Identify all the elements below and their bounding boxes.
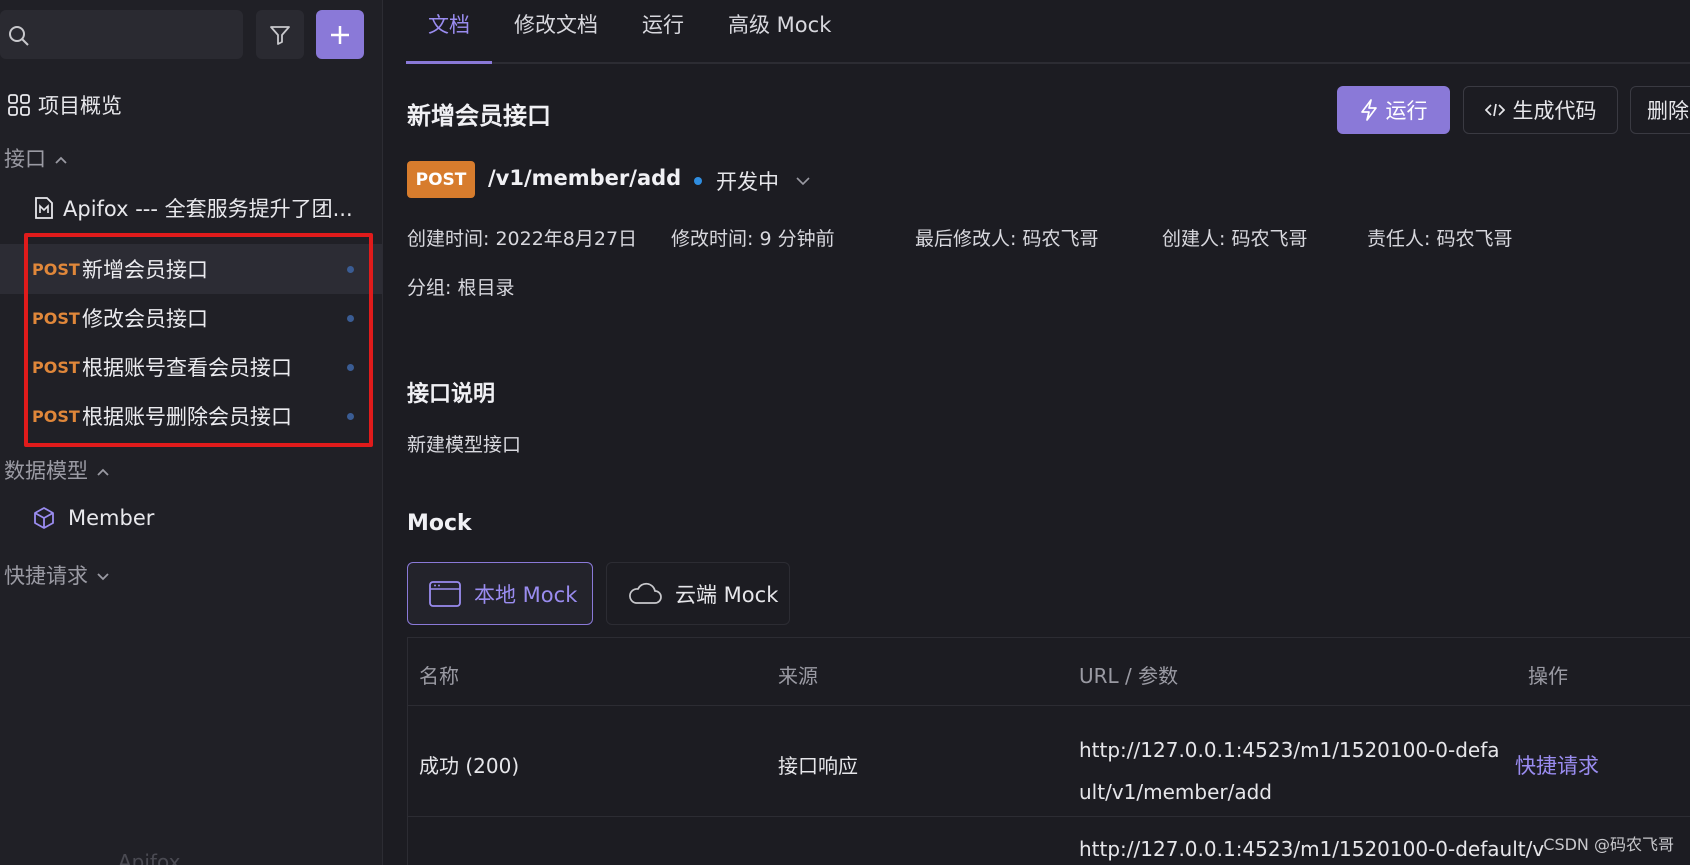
tab-local-mock[interactable]: 本地 Mock (407, 562, 593, 625)
api-name: 根据账号查看会员接口 (82, 356, 292, 380)
modified-time: 修改时间: 9 分钟前 (671, 228, 835, 250)
model-item-label: Member (68, 506, 155, 530)
local-mock-label: 本地 Mock (474, 582, 578, 607)
status-dot (694, 177, 702, 185)
owner: 责任人: 码农飞哥 (1367, 228, 1513, 250)
markdown-doc-icon (35, 197, 53, 219)
api-method: POST (32, 357, 80, 377)
doc-item-label: Apifox --- 全套服务提升了团... (63, 197, 353, 221)
api-item[interactable]: POST 新增会员接口 (0, 244, 383, 294)
tab-run[interactable]: 运行 (620, 0, 706, 62)
api-item[interactable]: POST 根据账号查看会员接口 (26, 342, 366, 392)
tab-docs[interactable]: 文档 (406, 0, 492, 64)
api-name: 根据账号删除会员接口 (82, 405, 292, 429)
sidebar-footer-logo: Apifox (118, 850, 181, 865)
model-item-member[interactable]: Member (32, 506, 154, 530)
search-input[interactable] (0, 10, 243, 59)
mock-table: 名称 来源 URL / 参数 操作 成功 (200) 接口响应 http://1… (407, 637, 1690, 865)
mock-heading: Mock (407, 511, 472, 536)
creator: 创建人: 码农飞哥 (1162, 228, 1308, 250)
plus-icon (331, 25, 349, 44)
chevron-down-icon (96, 563, 110, 587)
code-icon (1484, 103, 1505, 117)
api-name: 新增会员接口 (82, 258, 208, 282)
cloud-icon (629, 582, 662, 604)
api-method: POST (32, 406, 80, 426)
browser-window-icon (429, 580, 461, 607)
table-header: 名称 来源 URL / 参数 操作 (408, 638, 1690, 706)
status-dot (347, 265, 354, 273)
status-label: 开发中 (716, 170, 779, 194)
group-label: 分组: 根目录 (407, 277, 515, 299)
api-method: POST (32, 259, 80, 279)
generate-code-label: 生成代码 (1512, 99, 1597, 123)
add-button[interactable] (316, 10, 364, 59)
endpoint-path: /v1/member/add (488, 166, 682, 190)
description-heading: 接口说明 (407, 382, 496, 407)
search-icon (9, 26, 29, 46)
api-item[interactable]: POST 根据账号删除会员接口 (26, 391, 366, 441)
generate-code-button[interactable]: 生成代码 (1463, 86, 1618, 134)
description-text: 新建模型接口 (407, 434, 522, 456)
section-models-label: 数据模型 (4, 459, 88, 483)
tab-edit-docs[interactable]: 修改文档 (492, 0, 620, 62)
sidebar: 项目概览 接口 Apifox --- 全套服务提升了团... POST 新增会员接… (0, 0, 383, 865)
status-select[interactable]: 开发中 (694, 166, 811, 196)
section-interfaces-label: 接口 (4, 147, 46, 171)
chevron-up-icon (96, 458, 110, 482)
last-editor: 最后修改人: 码农飞哥 (915, 228, 1099, 250)
tab-cloud-mock[interactable]: 云端 Mock (606, 562, 790, 625)
chevron-up-icon (54, 146, 68, 170)
table-row: 成功 (200) 接口响应 http://127.0.0.1:4523/m1/1… (408, 707, 1690, 817)
section-quick-requests[interactable]: 快捷请求 (4, 560, 110, 590)
row-source: 接口响应 (778, 754, 858, 778)
row-url[interactable]: http://127.0.0.1:4523/m1/1520100-0-defau… (1079, 729, 1509, 813)
tab-bar: 文档 修改文档 运行 高级 Mock (406, 0, 1690, 64)
api-method: POST (32, 308, 80, 328)
status-dot (347, 314, 354, 322)
created-time: 创建时间: 2022年8月27日 (407, 228, 638, 250)
api-name: 修改会员接口 (82, 307, 208, 331)
chevron-down-icon (796, 177, 810, 186)
overview-label: 项目概览 (38, 94, 122, 118)
run-button[interactable]: 运行 (1337, 86, 1450, 134)
delete-label: 删除 (1647, 99, 1689, 123)
column-header-source: 来源 (778, 664, 818, 688)
filter-icon (270, 25, 290, 45)
quick-request-link[interactable]: 快捷请求 (1515, 750, 1599, 780)
sidebar-item-overview[interactable]: 项目概览 (8, 90, 122, 120)
filter-button[interactable] (256, 10, 304, 59)
section-models[interactable]: 数据模型 (4, 455, 110, 485)
cloud-mock-label: 云端 Mock (675, 582, 779, 607)
method-badge: POST (407, 161, 475, 198)
api-item[interactable]: POST 修改会员接口 (26, 293, 366, 343)
next-row-url: http://127.0.0.1:4523/m1/1520100-0-defau… (1079, 837, 1545, 861)
lightning-icon (1360, 99, 1377, 121)
sidebar-item-doc[interactable]: Apifox --- 全套服务提升了团... (34, 193, 353, 223)
section-interfaces[interactable]: 接口 (4, 143, 68, 173)
grid-icon (8, 94, 30, 116)
main-panel: 文档 修改文档 运行 高级 Mock 新增会员接口 运行 生成代码 删除 POS… (384, 0, 1690, 865)
cube-icon (34, 507, 54, 529)
status-dot (347, 412, 354, 420)
section-quick-label: 快捷请求 (4, 564, 88, 588)
watermark: CSDN @码农飞哥 (1543, 835, 1674, 854)
run-label: 运行 (1385, 99, 1428, 123)
column-header-name: 名称 (419, 664, 459, 688)
row-name: 成功 (200) (419, 754, 520, 778)
column-header-url: URL / 参数 (1079, 664, 1179, 688)
column-header-action: 操作 (1528, 664, 1568, 688)
status-dot (347, 363, 354, 371)
delete-button[interactable]: 删除 (1630, 86, 1690, 134)
tab-advanced-mock[interactable]: 高级 Mock (706, 0, 853, 62)
page-title: 新增会员接口 (407, 102, 551, 130)
